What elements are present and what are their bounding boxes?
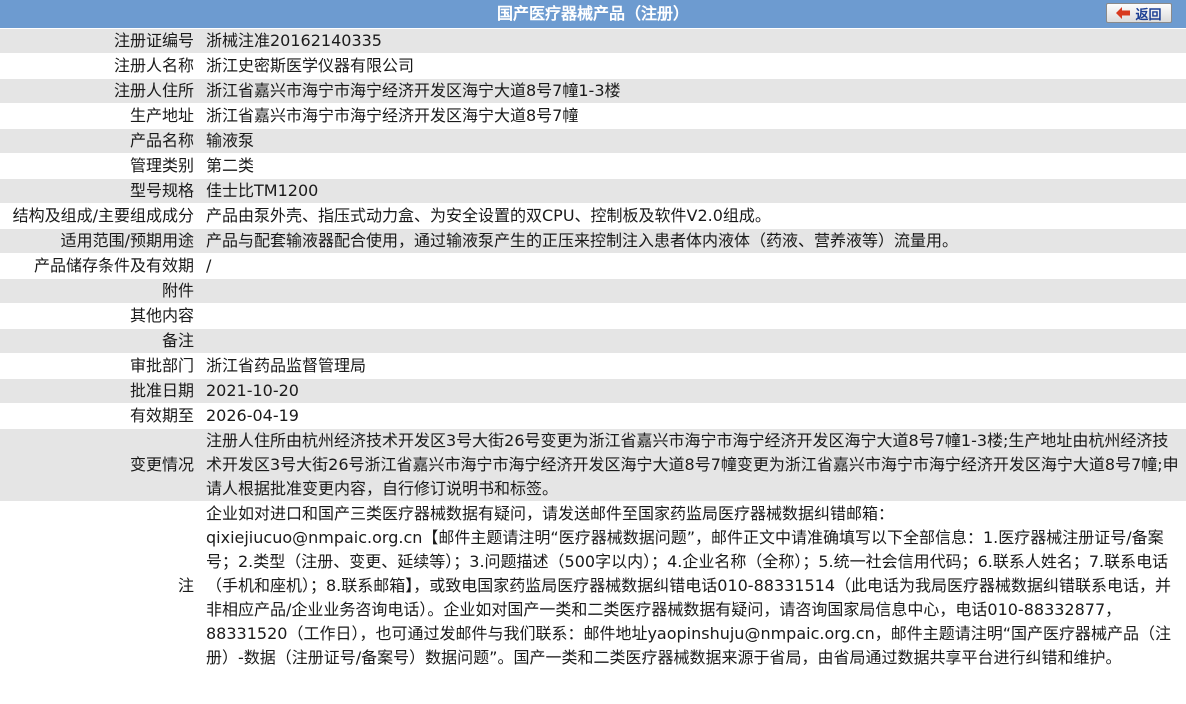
row-value: 浙江省嘉兴市海宁市海宁经济开发区海宁大道8号7幢1-3楼 (202, 78, 1186, 104)
notice-line-2: qixiejiucuo@nmpaic.org.cn【邮件主题请注明“医疗器械数据… (206, 528, 1172, 667)
table-row: 注册人住所 浙江省嘉兴市海宁市海宁经济开发区海宁大道8号7幢1-3楼 (0, 78, 1186, 104)
row-label: 产品储存条件及有效期 (0, 253, 202, 279)
row-value: 产品由泵外壳、指压式动力盒、为安全设置的双CPU、控制板及软件V2.0组成。 (202, 203, 1186, 229)
row-label: 批准日期 (0, 378, 202, 404)
row-value (202, 278, 1186, 304)
row-label: 结构及组成/主要组成成分 (0, 203, 202, 229)
table-row: 生产地址 浙江省嘉兴市海宁市海宁经济开发区海宁大道8号7幢 (0, 103, 1186, 129)
table-row: 结构及组成/主要组成成分 产品由泵外壳、指压式动力盒、为安全设置的双CPU、控制… (0, 203, 1186, 229)
row-value: 浙江省药品监督管理局 (202, 353, 1186, 379)
back-button[interactable]: 返回 (1106, 3, 1172, 23)
row-value: 2021-10-20 (202, 378, 1186, 404)
table-row: 批准日期 2021-10-20 (0, 378, 1186, 404)
row-label: 注册证编号 (0, 29, 202, 54)
row-label: 附件 (0, 278, 202, 304)
table-row: 产品名称 输液泵 (0, 128, 1186, 154)
table-row: 变更情况 注册人住所由杭州经济技术开发区3号大街26号变更为浙江省嘉兴市海宁市海… (0, 428, 1186, 502)
registration-table: 注册证编号 浙械注准20162140335 注册人名称 浙江史密斯医学仪器有限公… (0, 29, 1186, 671)
row-label: 产品名称 (0, 128, 202, 154)
row-label: 其他内容 (0, 303, 202, 329)
row-value: 2026-04-19 (202, 403, 1186, 429)
table-row: 审批部门 浙江省药品监督管理局 (0, 353, 1186, 379)
table-row: 有效期至 2026-04-19 (0, 403, 1186, 429)
row-value: 浙江史密斯医学仪器有限公司 (202, 53, 1186, 79)
row-value: / (202, 253, 1186, 279)
table-row: 注册人名称 浙江史密斯医学仪器有限公司 (0, 53, 1186, 79)
page: 国产医疗器械产品（注册） 返回 注册证编号 浙械注准20162140335 注册… (0, 0, 1186, 671)
table-row: 型号规格 佳士比TM1200 (0, 178, 1186, 204)
row-value (202, 328, 1186, 354)
table-row: 其他内容 (0, 303, 1186, 329)
header-bar: 国产医疗器械产品（注册） 返回 (0, 0, 1186, 29)
row-value: 浙江省嘉兴市海宁市海宁经济开发区海宁大道8号7幢 (202, 103, 1186, 129)
row-value: 注册人住所由杭州经济技术开发区3号大街26号变更为浙江省嘉兴市海宁市海宁经济开发… (202, 428, 1186, 502)
row-value: 佳士比TM1200 (202, 178, 1186, 204)
back-arrow-icon (1116, 7, 1131, 19)
table-row: 注册证编号 浙械注准20162140335 (0, 29, 1186, 54)
row-value: 输液泵 (202, 128, 1186, 154)
row-value (202, 303, 1186, 329)
row-label: 型号规格 (0, 178, 202, 204)
row-label: 备注 (0, 328, 202, 354)
row-value: 浙械注准20162140335 (202, 29, 1186, 54)
registration-rows: 注册证编号 浙械注准20162140335 注册人名称 浙江史密斯医学仪器有限公… (0, 29, 1186, 671)
table-row: 管理类别 第二类 (0, 153, 1186, 179)
table-row: 附件 (0, 278, 1186, 304)
notice-row: 注 企业如对进口和国产三类医疗器械数据有疑问，请发送邮件至国家药监局医疗器械数据… (0, 501, 1186, 671)
back-button-label: 返回 (1135, 7, 1162, 23)
row-label: 有效期至 (0, 403, 202, 429)
row-label: 审批部门 (0, 353, 202, 379)
row-label: 适用范围/预期用途 (0, 228, 202, 254)
notice-text: 企业如对进口和国产三类医疗器械数据有疑问，请发送邮件至国家药监局医疗器械数据纠错… (202, 501, 1186, 671)
row-label: 变更情况 (0, 428, 202, 502)
row-label: 管理类别 (0, 153, 202, 179)
row-value: 第二类 (202, 153, 1186, 179)
notice-line-1: 企业如对进口和国产三类医疗器械数据有疑问，请发送邮件至国家药监局医疗器械数据纠错… (206, 504, 895, 523)
notice-label: 注 (0, 501, 202, 671)
row-value: 产品与配套输液器配合使用，通过输液泵产生的正压来控制注入患者体内液体（药液、营养… (202, 228, 1186, 254)
row-label: 注册人住所 (0, 78, 202, 104)
table-row: 备注 (0, 328, 1186, 354)
row-label: 生产地址 (0, 103, 202, 129)
table-row: 产品储存条件及有效期 / (0, 253, 1186, 279)
page-title: 国产医疗器械产品（注册） (496, 4, 689, 23)
table-row: 适用范围/预期用途 产品与配套输液器配合使用，通过输液泵产生的正压来控制注入患者… (0, 228, 1186, 254)
row-label: 注册人名称 (0, 53, 202, 79)
